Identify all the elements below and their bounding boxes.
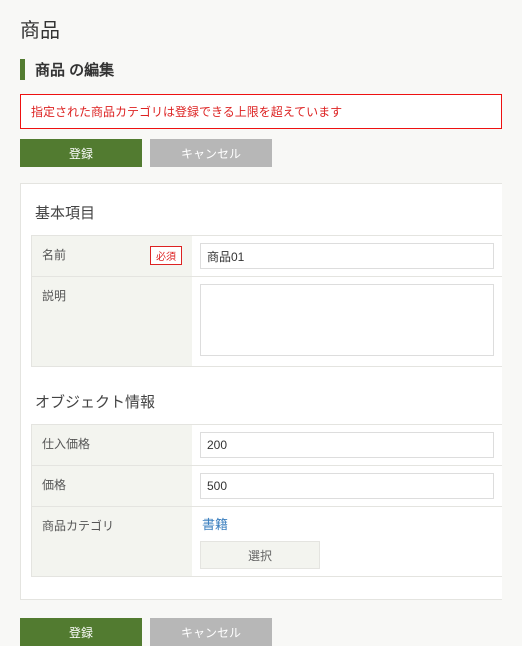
register-button[interactable]: 登録 xyxy=(20,139,142,167)
basic-form-table: 名前 必須 説明 xyxy=(31,235,502,367)
basic-section-title: 基本項目 xyxy=(31,202,502,235)
category-select-button[interactable]: 選択 xyxy=(200,541,320,569)
bottom-button-row: 登録 キャンセル xyxy=(20,618,502,646)
category-value-cell: 書籍 選択 xyxy=(192,507,502,576)
description-row: 説明 xyxy=(32,277,502,366)
price-row: 価格 xyxy=(32,466,502,507)
required-tag: 必須 xyxy=(150,246,182,265)
cost-price-row: 仕入価格 xyxy=(32,425,502,466)
object-section-title: オブジェクト情報 xyxy=(31,391,502,424)
category-selected[interactable]: 書籍 xyxy=(200,514,228,533)
name-input[interactable] xyxy=(200,243,494,269)
cost-price-value-cell xyxy=(192,425,502,465)
name-row: 名前 必須 xyxy=(32,236,502,277)
cost-price-input[interactable] xyxy=(200,432,494,458)
register-button-bottom[interactable]: 登録 xyxy=(20,618,142,646)
cancel-button-bottom[interactable]: キャンセル xyxy=(150,618,272,646)
object-form-table: 仕入価格 価格 商品カテゴリ 書籍 選択 xyxy=(31,424,502,577)
category-row: 商品カテゴリ 書籍 選択 xyxy=(32,507,502,576)
price-label-cell: 価格 xyxy=(32,466,192,506)
price-label: 価格 xyxy=(42,476,66,493)
page-title: 商品 xyxy=(0,0,522,53)
price-input[interactable] xyxy=(200,473,494,499)
name-label-cell: 名前 必須 xyxy=(32,236,192,276)
cancel-button[interactable]: キャンセル xyxy=(150,139,272,167)
top-button-row: 登録 キャンセル xyxy=(20,139,502,167)
cost-price-label: 仕入価格 xyxy=(42,435,90,452)
error-message: 指定された商品カテゴリは登録できる上限を超えています xyxy=(20,94,502,129)
description-value-cell xyxy=(192,277,502,366)
category-label-cell: 商品カテゴリ xyxy=(32,507,192,576)
name-label: 名前 xyxy=(42,246,66,263)
name-value-cell xyxy=(192,236,502,276)
price-value-cell xyxy=(192,466,502,506)
description-label-cell: 説明 xyxy=(32,277,192,366)
content-panel: 基本項目 名前 必須 説明 オブジェクト情報 仕入価格 xyxy=(20,183,502,600)
description-textarea[interactable] xyxy=(200,284,494,356)
edit-section-title: 商品 の編集 xyxy=(20,59,502,80)
cost-price-label-cell: 仕入価格 xyxy=(32,425,192,465)
category-label: 商品カテゴリ xyxy=(42,517,114,534)
description-label: 説明 xyxy=(42,287,66,304)
